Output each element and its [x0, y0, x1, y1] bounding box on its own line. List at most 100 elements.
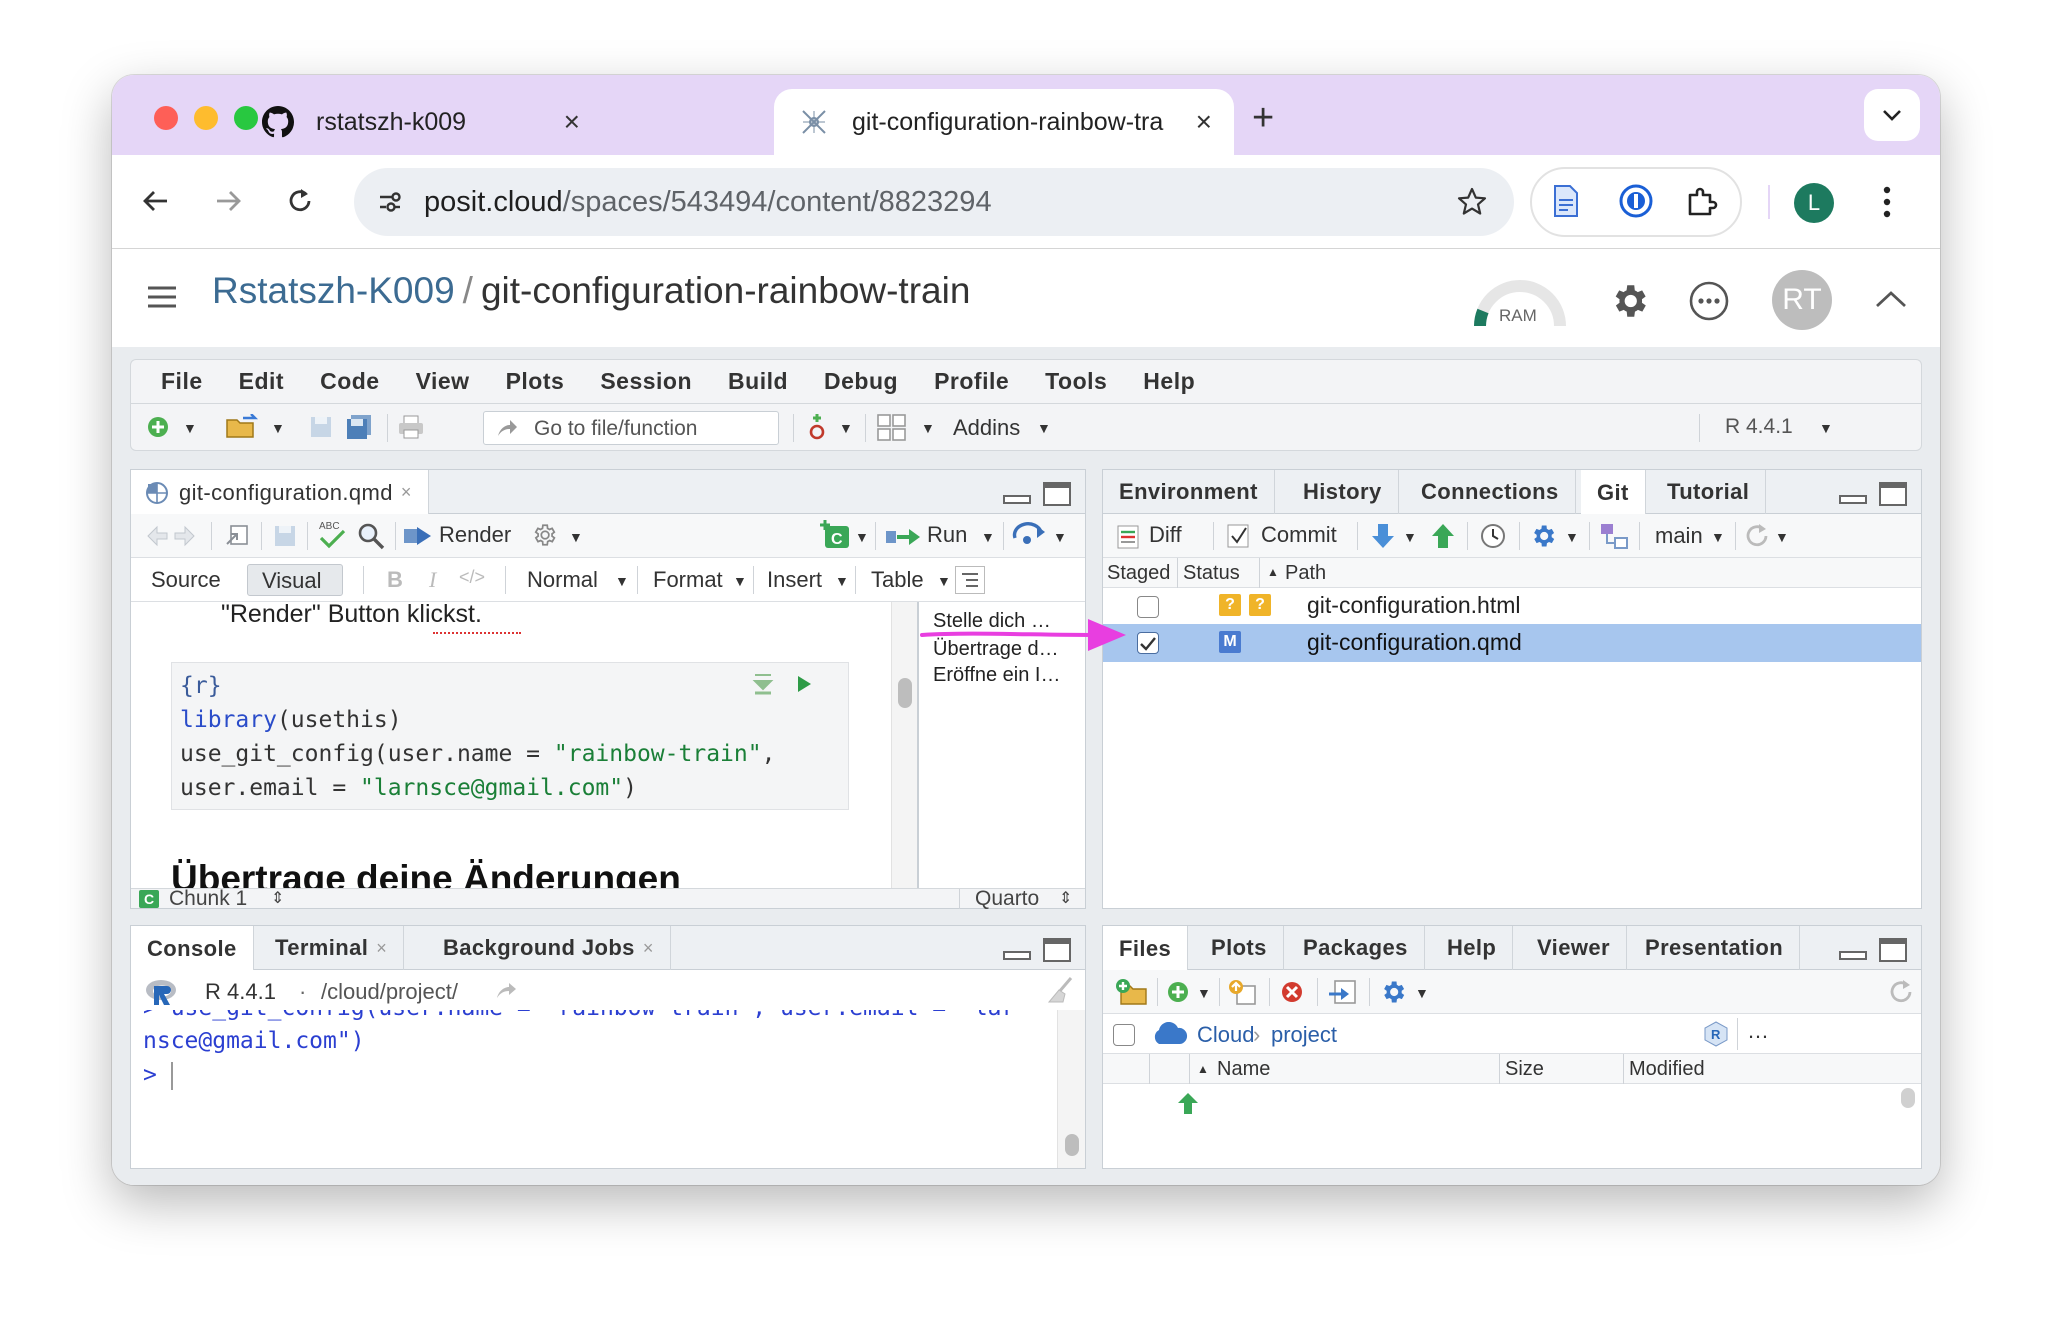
staged-checkbox[interactable] — [1137, 596, 1159, 618]
puzzle-extensions-icon[interactable] — [1684, 183, 1720, 219]
browser-tab-posit[interactable]: git-configuration-rainbow-tra × — [774, 89, 1234, 155]
tab-tutorial[interactable]: Tutorial — [1651, 470, 1767, 514]
rename-icon[interactable] — [1327, 978, 1359, 1006]
tab-presentation[interactable]: Presentation — [1629, 926, 1801, 970]
close-window-button[interactable] — [154, 106, 178, 130]
space-link[interactable]: Rstatszh-K009 — [212, 270, 455, 311]
caret-down-icon[interactable]: ▼ — [1565, 529, 1579, 545]
forward-button[interactable] — [208, 181, 248, 221]
tab-git[interactable]: Git — [1581, 470, 1646, 515]
search-icon[interactable] — [357, 522, 385, 550]
tab-connections[interactable]: Connections — [1405, 470, 1576, 514]
tab-packages[interactable]: Packages — [1287, 926, 1425, 970]
minimize-pane-icon[interactable] — [1839, 938, 1867, 967]
maximize-pane-icon[interactable] — [1043, 482, 1071, 511]
new-file-icon[interactable] — [145, 414, 171, 440]
console-output[interactable]: > use_git_config(user.name = "rainbow-tr… — [131, 1010, 1057, 1168]
new-folder-icon[interactable] — [1115, 978, 1149, 1006]
rerun-chunk-icon[interactable] — [1011, 522, 1049, 550]
user-avatar[interactable]: RT — [1772, 270, 1832, 330]
new-branch-icon[interactable] — [1599, 522, 1629, 550]
caret-down-icon[interactable]: ▼ — [835, 573, 849, 589]
document-extension-icon[interactable] — [1548, 183, 1584, 219]
diff-button[interactable]: Diff — [1117, 520, 1213, 552]
save-icon[interactable] — [273, 524, 297, 548]
breadcrumb-project[interactable]: project — [1271, 1022, 1337, 1048]
new-blank-file-icon[interactable] — [1165, 979, 1191, 1005]
push-up-arrow-icon[interactable] — [1431, 522, 1455, 550]
history-clock-icon[interactable] — [1479, 522, 1507, 550]
caret-down-icon[interactable]: ▼ — [981, 529, 995, 545]
tab-plots[interactable]: Plots — [1195, 926, 1284, 970]
reload-button[interactable] — [280, 181, 320, 221]
save-all-icon[interactable] — [345, 414, 373, 440]
scrollbar-thumb[interactable] — [1065, 1134, 1079, 1156]
bold-button[interactable]: B — [387, 567, 403, 593]
minimize-window-button[interactable] — [194, 106, 218, 130]
paragraph-style-dropdown[interactable]: Normal — [527, 567, 598, 593]
code-format-button[interactable]: </> — [459, 567, 485, 588]
column-path[interactable]: Path — [1285, 562, 1326, 585]
r-version-menu[interactable]: R 4.4.1 — [1725, 415, 1793, 439]
profile-avatar[interactable]: L — [1794, 183, 1834, 223]
refresh-icon[interactable] — [1743, 522, 1771, 550]
caret-down-icon[interactable]: ▼ — [183, 420, 197, 436]
console-working-dir[interactable]: /cloud/project/ — [321, 979, 458, 1005]
git-file-row-selected[interactable]: M git-configuration.qmd — [1103, 624, 1921, 662]
menu-build[interactable]: Build — [728, 368, 788, 395]
branch-selector[interactable]: main — [1655, 523, 1703, 549]
addins-menu[interactable]: Addins — [953, 415, 1020, 441]
code-chunk[interactable]: {r} library(usethis) use_git_config(user… — [171, 662, 849, 810]
caret-down-icon[interactable]: ▼ — [855, 529, 869, 545]
caret-down-icon[interactable]: ▼ — [1819, 420, 1833, 436]
spellcheck-icon[interactable]: ABC — [317, 518, 347, 552]
format-menu[interactable]: Format — [653, 567, 723, 593]
scrollbar-thumb[interactable] — [898, 678, 912, 708]
more-options-icon[interactable] — [1688, 280, 1730, 327]
print-icon[interactable] — [397, 414, 425, 440]
caret-down-icon[interactable]: ▼ — [1775, 529, 1789, 545]
menu-plots[interactable]: Plots — [506, 368, 565, 395]
caret-down-icon[interactable]: ▼ — [839, 420, 853, 436]
close-tab-icon[interactable]: × — [1196, 106, 1212, 138]
chevron-up-icon[interactable] — [1874, 288, 1908, 315]
new-tab-button[interactable]: + — [1252, 97, 1274, 140]
console-scrollbar[interactable] — [1057, 1010, 1085, 1168]
save-icon[interactable] — [309, 415, 333, 439]
hamburger-menu-icon[interactable] — [146, 285, 178, 314]
site-info-icon[interactable] — [376, 188, 404, 216]
column-status[interactable]: Status — [1183, 562, 1240, 585]
caret-down-icon[interactable]: ▼ — [1037, 420, 1051, 436]
goto-directory-icon[interactable] — [495, 982, 517, 1005]
up-down-caret-icon[interactable]: ⇕ — [1059, 888, 1072, 908]
password-manager-icon[interactable] — [1618, 183, 1654, 219]
back-button[interactable] — [136, 181, 176, 221]
more-breadcrumb-button[interactable]: … — [1747, 1018, 1769, 1044]
show-in-window-icon[interactable] — [223, 522, 251, 550]
tab-console[interactable]: Console — [131, 926, 254, 971]
tab-search-button[interactable] — [1864, 89, 1920, 141]
minimize-pane-icon[interactable] — [1003, 938, 1031, 967]
tab-history[interactable]: History — [1287, 470, 1399, 514]
bookmark-star-icon[interactable] — [1456, 186, 1488, 223]
render-options-gear-icon[interactable] — [531, 522, 557, 548]
caret-down-icon[interactable]: ▼ — [733, 573, 747, 589]
caret-down-icon[interactable]: ▼ — [271, 420, 285, 436]
r-project-icon[interactable]: R — [1703, 1020, 1729, 1053]
settings-gear-icon[interactable] — [1608, 280, 1650, 327]
select-all-checkbox[interactable] — [1113, 1024, 1135, 1046]
git-more-gear-icon[interactable] — [1529, 522, 1557, 550]
minimize-pane-icon[interactable] — [1003, 482, 1031, 511]
italic-button[interactable]: I — [429, 567, 436, 593]
render-button[interactable]: Render — [403, 520, 519, 552]
minimize-pane-icon[interactable] — [1839, 482, 1867, 511]
column-staged[interactable]: Staged — [1107, 562, 1170, 585]
run-previous-chunks-icon[interactable] — [752, 671, 774, 705]
git-file-row[interactable]: ? ? git-configuration.html — [1103, 588, 1921, 624]
breadcrumb-cloud[interactable]: Cloud — [1197, 1022, 1254, 1048]
parent-directory-arrow-icon[interactable] — [1177, 1092, 1199, 1114]
menu-file[interactable]: File — [161, 368, 203, 395]
goto-file-input[interactable]: Go to file/function — [483, 411, 779, 445]
insert-menu[interactable]: Insert — [767, 567, 822, 593]
chunk-selector[interactable]: Chunk 1 — [169, 887, 247, 911]
